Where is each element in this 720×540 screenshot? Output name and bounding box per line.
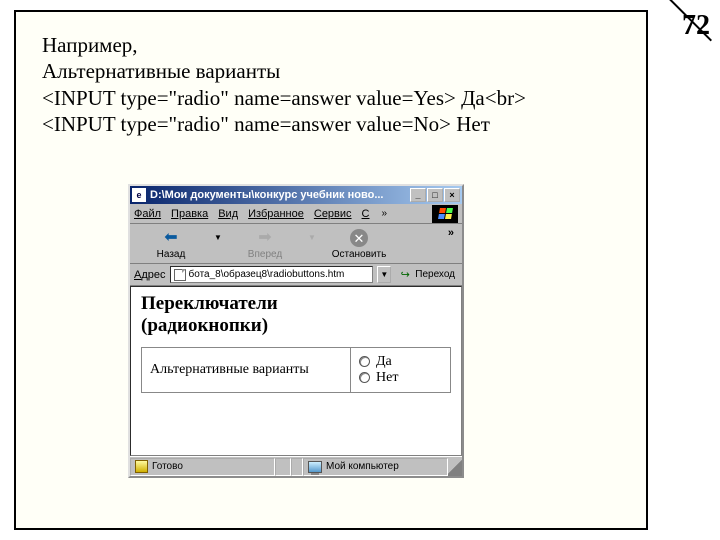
menubar: Файл Правка Вид Избранное Сервис С »: [130, 204, 462, 224]
back-button[interactable]: ⬅ Назад: [136, 229, 206, 260]
address-value: бота_8\образец8\radiobuttons.htm: [189, 269, 345, 280]
text-line-1: Например,: [42, 32, 526, 58]
radio-label-yes: Да: [376, 354, 392, 370]
menu-view[interactable]: Вид: [218, 208, 238, 220]
document-icon: [135, 460, 148, 473]
status-zone: Мой компьютер: [303, 458, 448, 476]
radio-option-no[interactable]: Нет: [359, 370, 442, 386]
browser-window: e D:\Мои документы\конкурс учебник ново.…: [128, 184, 464, 478]
radio-icon[interactable]: [359, 356, 370, 367]
go-icon: ↪: [398, 268, 412, 282]
menu-file[interactable]: Файл: [134, 208, 161, 220]
address-bar: Адрес бота_8\образец8\radiobuttons.htm ▼…: [130, 264, 462, 286]
back-dropdown-icon[interactable]: ▼: [214, 233, 222, 254]
go-label: Переход: [415, 269, 455, 280]
status-bar: Готово Мой компьютер: [130, 456, 462, 476]
radio-option-yes[interactable]: Да: [359, 354, 442, 370]
close-button[interactable]: ×: [444, 188, 460, 202]
text-line-3: <INPUT type="radio" name=answer value=Ye…: [42, 85, 526, 111]
ie-icon: e: [132, 188, 146, 202]
toolbar-overflow[interactable]: »: [448, 227, 456, 239]
text-line-4: <INPUT type="radio" name=answer value=No…: [42, 111, 526, 137]
menu-edit[interactable]: Правка: [171, 208, 208, 220]
back-arrow-icon: ⬅: [161, 229, 181, 247]
address-input[interactable]: бота_8\образец8\radiobuttons.htm: [170, 266, 374, 283]
menu-truncated[interactable]: С: [362, 208, 370, 220]
window-title: D:\Мои документы\конкурс учебник ново...: [150, 189, 410, 201]
maximize-button[interactable]: □: [427, 188, 443, 202]
status-pane-empty1: [275, 458, 291, 476]
radio-icon[interactable]: [359, 372, 370, 383]
status-pane-empty2: [291, 458, 303, 476]
forward-label: Вперед: [248, 249, 282, 260]
minimize-button[interactable]: _: [410, 188, 426, 202]
stop-button[interactable]: ✕ Остановить: [324, 229, 394, 260]
address-label: Адрес: [134, 269, 166, 281]
table-cell-label: Альтернативные варианты: [142, 347, 351, 392]
text-line-2: Альтернативные варианты: [42, 58, 526, 84]
radio-label-no: Нет: [376, 370, 398, 386]
forward-button[interactable]: ➡ Вперед: [230, 229, 300, 260]
go-button[interactable]: ↪ Переход: [395, 268, 458, 282]
example-text-block: Например, Альтернативные варианты <INPUT…: [42, 32, 526, 137]
toolbar: ⬅ Назад ▼ ➡ Вперед ▼ ✕ Остановить »: [130, 224, 462, 264]
menu-overflow[interactable]: »: [380, 208, 390, 219]
menu-tools[interactable]: Сервис: [314, 208, 352, 220]
table-cell-options: Да Нет: [351, 347, 451, 392]
status-ready: Готово: [130, 458, 275, 476]
radio-table: Альтернативные варианты Да Нет: [141, 347, 451, 393]
forward-dropdown-icon[interactable]: ▼: [308, 233, 316, 254]
menu-favorites[interactable]: Избранное: [248, 208, 304, 220]
stop-icon: ✕: [350, 229, 368, 247]
page-icon: [174, 269, 186, 281]
slide-frame: Например, Альтернативные варианты <INPUT…: [14, 10, 648, 530]
stop-label: Остановить: [332, 249, 387, 260]
windows-logo-icon: [432, 205, 458, 223]
address-dropdown-icon[interactable]: ▼: [377, 266, 391, 283]
computer-icon: [308, 461, 322, 473]
page-heading: Переключатели (радиокнопки): [141, 293, 451, 337]
resize-grip-icon[interactable]: [448, 458, 462, 476]
back-label: Назад: [157, 249, 186, 260]
page-content: Переключатели (радиокнопки) Альтернативн…: [130, 286, 462, 456]
titlebar[interactable]: e D:\Мои документы\конкурс учебник ново.…: [130, 186, 462, 204]
forward-arrow-icon: ➡: [255, 229, 275, 247]
